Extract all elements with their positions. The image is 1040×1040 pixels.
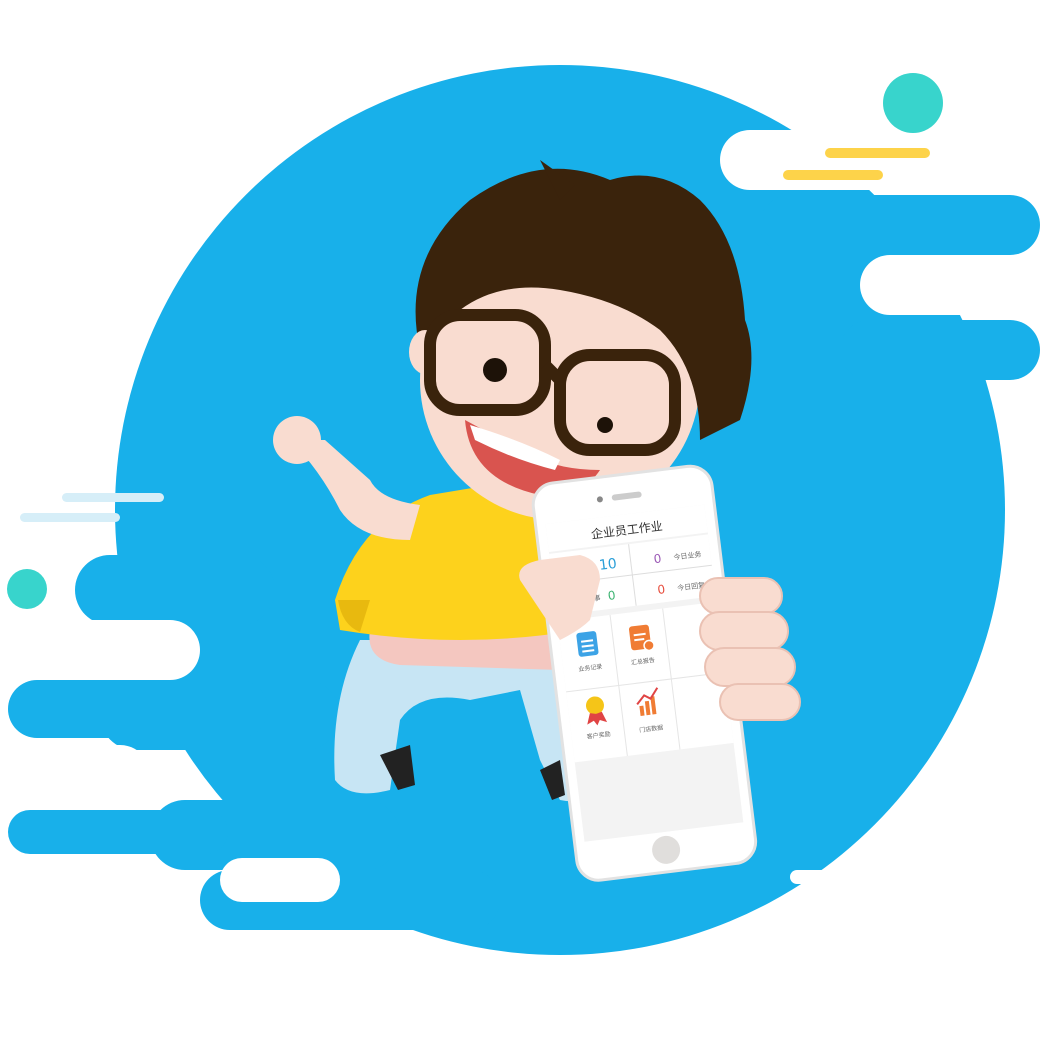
notepad-icon[interactable] bbox=[576, 631, 599, 657]
teal-dot-left bbox=[7, 569, 47, 609]
teal-dot-top bbox=[883, 73, 943, 133]
stat-value: 10 bbox=[598, 556, 618, 574]
jumping-boy-illustration: 企业员工作业 10 0 今日业务 0 已办事 0 今日回复 业务记录 汇总报告 … bbox=[0, 65, 1040, 955]
illustration-stage: 企业员工作业 10 0 今日业务 0 已办事 0 今日回复 业务记录 汇总报告 … bbox=[0, 0, 1040, 1040]
